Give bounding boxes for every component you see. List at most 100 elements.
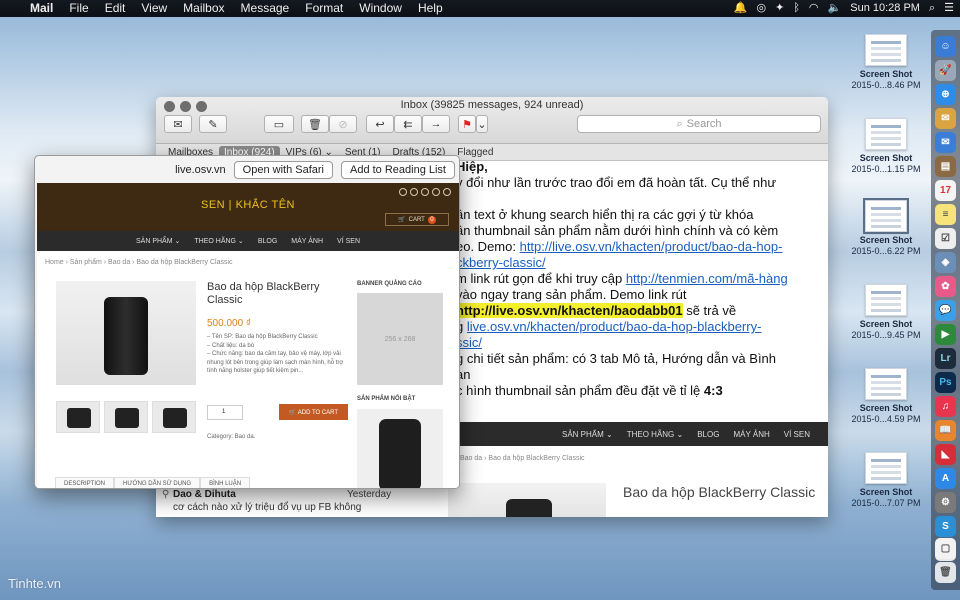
creative-cloud-icon[interactable]: ◎ <box>756 0 766 17</box>
product-link[interactable]: live.osv.vn/khacten/product/bao-da-hop-b… <box>467 319 762 334</box>
desktop-file-icon[interactable]: Screen Shot 2015-0...8.46 PM <box>848 34 924 91</box>
menu-format[interactable]: Format <box>297 0 351 17</box>
open-with-safari-button[interactable]: Open with Safari <box>233 160 333 179</box>
menu-mailbox[interactable]: Mailbox <box>175 0 232 17</box>
launchpad-icon[interactable]: 🚀 <box>935 60 956 81</box>
cart-icon: 🛒 <box>398 217 406 223</box>
nav-cameras[interactable]: MÁY ẢNH <box>291 238 323 245</box>
document-stack-icon[interactable]: ▢ <box>935 538 956 559</box>
product-thumbnail[interactable] <box>56 401 100 433</box>
tab-description[interactable]: DESCRIPTION <box>55 477 115 488</box>
notification-center-icon[interactable]: ☰ <box>944 0 954 17</box>
demo-link[interactable]: http://live.osv.vn/khacten/product/bao-d… <box>520 239 783 254</box>
calendar-icon[interactable]: 17 <box>935 180 956 201</box>
menu-window[interactable]: Window <box>351 0 410 17</box>
reply-button[interactable]: ↩ <box>366 115 394 133</box>
search-field[interactable]: ⌕ Search <box>577 115 821 133</box>
menu-app-name[interactable]: Mail <box>22 0 61 17</box>
menu-message[interactable]: Message <box>233 0 298 17</box>
mail-icon[interactable]: ✉ <box>935 132 956 153</box>
forward-button[interactable]: → <box>422 115 450 133</box>
desktop-file-icon[interactable]: Screen Shot 2015-0...1.15 PM <box>848 118 924 175</box>
ibooks-icon[interactable]: 📖 <box>935 420 956 441</box>
body-line: y đổi như lần trước trao đổi em đã hoàn … <box>456 175 777 190</box>
reply-all-button[interactable]: ⇇ <box>394 115 422 133</box>
nav-blog[interactable]: BLOG <box>258 238 277 245</box>
lightroom-icon[interactable]: Lr <box>935 348 956 369</box>
bird-icon[interactable] <box>443 188 451 196</box>
get-mail-button[interactable]: ✉ <box>164 115 192 133</box>
desktop-file-icon[interactable]: Screen Shot 2015-0...4.59 PM <box>848 368 924 425</box>
desktop-file-icon[interactable]: Screen Shot 2015-0...6.22 PM <box>848 198 924 257</box>
maps-icon[interactable]: ◈ <box>935 252 956 273</box>
delete-button[interactable]: 🗑 <box>301 115 329 133</box>
archive-button[interactable]: ▭ <box>264 115 294 133</box>
junk-button[interactable]: ⊘ <box>329 115 357 133</box>
wifi-icon[interactable]: ◠ <box>809 0 819 17</box>
trash-icon[interactable]: 🗑 <box>935 562 956 583</box>
contacts-icon[interactable]: ✉ <box>935 108 956 129</box>
nav-products[interactable]: SẢN PHẨM ⌄ <box>136 237 180 245</box>
dropbox-icon[interactable]: ✦ <box>775 0 784 17</box>
facetime-icon[interactable]: ▶ <box>935 324 956 345</box>
watermark: Tinhte.vn <box>8 576 61 591</box>
system-preferences-icon[interactable]: ⚙ <box>935 492 956 513</box>
facebook-icon[interactable] <box>399 188 407 196</box>
quantity-input[interactable]: 1 <box>207 405 243 420</box>
safari-icon[interactable]: ⊕ <box>935 84 956 105</box>
demo-link[interactable]: ckberry-classic/ <box>456 255 546 270</box>
popover-toolbar: live.osv.vn Open with Safari Add to Read… <box>35 156 459 183</box>
social-icons <box>399 188 451 196</box>
body-line: Hiệp, <box>456 159 488 174</box>
menu-edit[interactable]: Edit <box>97 0 134 17</box>
add-to-reading-list-button[interactable]: Add to Reading List <box>340 160 455 179</box>
highlighted-short-link[interactable]: http://live.osv.vn/khacten/baodabb01 <box>456 303 683 318</box>
add-to-cart-button[interactable]: 🛒 ADD TO CART <box>279 404 348 420</box>
compose-button[interactable]: ✎ <box>199 115 227 133</box>
photoshop-icon[interactable]: Ps <box>935 372 956 393</box>
twitter-icon[interactable] <box>410 188 418 196</box>
pinterest-icon[interactable] <box>432 188 440 196</box>
google-plus-icon[interactable] <box>421 188 429 196</box>
notification-bell-icon[interactable]: 🔔 <box>734 0 748 17</box>
clock[interactable]: Sun 10:28 PM <box>850 0 920 17</box>
desktop-file-icon[interactable]: Screen Shot 2015-0...9.45 PM <box>848 284 924 341</box>
menu-view[interactable]: View <box>133 0 175 17</box>
body-line: m link rút gọn để khi truy cập http://te… <box>456 271 788 286</box>
file-date: 2015-0...4.59 PM <box>851 414 921 424</box>
notes-icon[interactable]: ≡ <box>935 204 956 225</box>
notes-book-icon[interactable]: ▤ <box>935 156 956 177</box>
tab-usage-guide[interactable]: HƯỚNG DẪN SỬ DỤNG <box>114 477 201 488</box>
product-tabs: DESCRIPTION HƯỚNG DẪN SỬ DỤNG BÌNH LUẬN <box>55 477 251 488</box>
tab-comments[interactable]: BÌNH LUẬN <box>200 477 251 488</box>
message-body: Hiệp, y đổi như lần trước trao đổi em đã… <box>456 159 828 399</box>
messages-icon[interactable]: 💬 <box>935 300 956 321</box>
flag-button[interactable]: ⚑ <box>458 115 476 133</box>
reminders-icon[interactable]: ☑ <box>935 228 956 249</box>
desktop-file-icon[interactable]: Screen Shot 2015-0...7.07 PM <box>848 452 924 509</box>
body-line: ckberry-classic/ <box>456 255 828 271</box>
product-thumbnail[interactable] <box>152 401 196 433</box>
message-list-item[interactable]: ⚲ Dao & Dihuta Yesterday cơ cách nào xử … <box>156 487 396 517</box>
nav-brands[interactable]: THEO HÃNG ⌄ <box>194 237 243 245</box>
body-line: c hình thumbnail sản phẩm đều đặt về tỉ … <box>456 383 723 398</box>
itunes-icon[interactable]: ♫ <box>935 396 956 417</box>
site-logo[interactable]: SEN | KHẮC TÊN <box>37 199 459 211</box>
cart-button[interactable]: 🛒 CART 0 <box>385 213 449 226</box>
example-link[interactable]: http://tenmien.com/mã-hàng <box>626 271 788 286</box>
app-store-icon[interactable]: A <box>935 468 956 489</box>
bluetooth-icon[interactable]: ᛒ <box>793 0 800 17</box>
menu-help[interactable]: Help <box>410 0 451 17</box>
volume-icon[interactable]: 🔈 <box>828 0 842 17</box>
product-main-image[interactable] <box>56 281 196 385</box>
product-thumbnail[interactable] <box>104 401 148 433</box>
nav-wallets[interactable]: VÍ SEN <box>337 238 360 245</box>
tuneup-icon[interactable]: ◣ <box>935 444 956 465</box>
skype-icon[interactable]: S <box>935 516 956 537</box>
menu-file[interactable]: File <box>61 0 96 17</box>
photos-icon[interactable]: ✿ <box>935 276 956 297</box>
featured-product-image[interactable] <box>357 409 443 488</box>
finder-icon[interactable]: ☺ <box>935 36 956 57</box>
flag-menu-button[interactable]: ⌄ <box>476 115 488 133</box>
spotlight-search-icon[interactable]: ⌕ <box>929 0 935 17</box>
